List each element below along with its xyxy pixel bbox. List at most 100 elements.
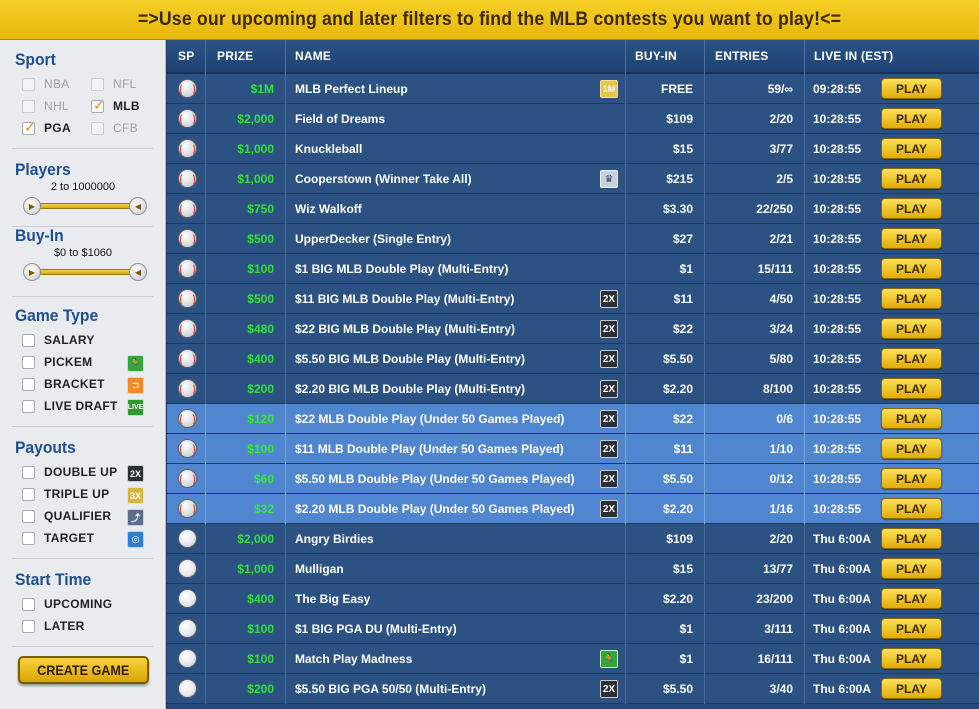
play-button[interactable]: PLAY bbox=[881, 618, 942, 639]
contest-name[interactable]: UpperDecker (Single Entry) bbox=[295, 232, 451, 246]
payout-checkbox-qualifier[interactable] bbox=[22, 510, 35, 523]
contest-name[interactable]: $2.20 BIG MLB Double Play (Multi-Entry) bbox=[295, 382, 525, 396]
play-button[interactable]: PLAY bbox=[881, 288, 942, 309]
contest-name[interactable]: $1 BIG PGA DU (Multi-Entry) bbox=[295, 622, 457, 636]
gametype-checkbox-salary[interactable] bbox=[22, 334, 35, 347]
play-button[interactable]: PLAY bbox=[881, 138, 942, 159]
contest-name[interactable]: $2.20 MLB Double Play (Under 50 Games Pl… bbox=[295, 502, 574, 516]
col-header-name[interactable]: NAME bbox=[295, 49, 331, 63]
golf-ball-icon bbox=[178, 559, 197, 578]
contest-name[interactable]: Cooperstown (Winner Take All) bbox=[295, 172, 472, 186]
play-button[interactable]: PLAY bbox=[881, 588, 942, 609]
contest-name[interactable]: $22 MLB Double Play (Under 50 Games Play… bbox=[295, 412, 564, 426]
prize-value: $1,000 bbox=[237, 172, 274, 186]
table-row[interactable]: $1,000 Mulligan $15 13/77 Thu 6:00A PLAY bbox=[167, 554, 979, 584]
table-row[interactable]: $480 $22 BIG MLB Double Play (Multi-Entry… bbox=[167, 314, 979, 344]
table-row[interactable]: $750 Wiz Walkoff $3.30 22/250 10:28:55 PLAY bbox=[167, 194, 979, 224]
table-row[interactable]: $100 $1 BIG MLB Double Play (Multi-Entry)… bbox=[167, 254, 979, 284]
gametype-checkbox-pickem[interactable] bbox=[22, 356, 35, 369]
play-button[interactable]: PLAY bbox=[881, 198, 942, 219]
create-game-button[interactable]: CREATE GAME bbox=[18, 656, 149, 684]
payout-checkbox-triple-up[interactable] bbox=[22, 488, 35, 501]
contest-name[interactable]: Field of Dreams bbox=[295, 112, 385, 126]
divider bbox=[285, 464, 286, 494]
play-button[interactable]: PLAY bbox=[881, 468, 942, 489]
table-row[interactable]: $100 $11 MLB Double Play (Under 50 Games … bbox=[167, 434, 979, 464]
contest-name[interactable]: Angry Birdies bbox=[295, 532, 374, 546]
table-row[interactable]: $200 $5.50 BIG PGA 50/50 (Multi-Entry) 2X $… bbox=[167, 674, 979, 704]
play-button[interactable]: PLAY bbox=[881, 678, 942, 699]
play-button[interactable]: PLAY bbox=[881, 228, 942, 249]
players-slider-min-handle[interactable]: ▶ bbox=[23, 197, 41, 215]
buyin-slider-min-handle[interactable]: ▶ bbox=[23, 263, 41, 281]
sport-checkbox-pga[interactable]: ✓ bbox=[22, 119, 36, 135]
contest-name[interactable]: $11 MLB Double Play (Under 50 Games Play… bbox=[295, 442, 564, 456]
live-in-value: Thu 6:00A bbox=[813, 682, 872, 696]
gametype-label-salary: SALARY bbox=[44, 333, 95, 347]
table-row[interactable]: $500 UpperDecker (Single Entry) $27 2/21 10:… bbox=[167, 224, 979, 254]
contest-name[interactable]: The Big Easy bbox=[295, 592, 370, 606]
payout-checkbox-target[interactable] bbox=[22, 532, 35, 545]
col-header-live-in[interactable]: LIVE IN (EST) bbox=[814, 49, 893, 63]
play-button[interactable]: PLAY bbox=[881, 498, 942, 519]
gametype-checkbox-bracket[interactable] bbox=[22, 378, 35, 391]
table-row[interactable]: $1M MLB Perfect Lineup 1M FREE 59/∞ 09:28:55 P… bbox=[167, 74, 979, 104]
contest-name[interactable]: Wiz Walkoff bbox=[295, 202, 362, 216]
table-row[interactable]: $2,000 Field of Dreams $109 2/20 10:28:55 PLA… bbox=[167, 104, 979, 134]
play-button[interactable]: PLAY bbox=[881, 168, 942, 189]
contest-name[interactable]: $1 BIG MLB Double Play (Multi-Entry) bbox=[295, 262, 508, 276]
table-row[interactable]: $1,000 Knuckleball $15 3/77 10:28:55 PLAY bbox=[167, 134, 979, 164]
players-slider-max-handle[interactable]: ◀ bbox=[129, 197, 147, 215]
table-row[interactable]: $400 $5.50 BIG MLB Double Play (Multi-Ent… bbox=[167, 344, 979, 374]
table-row[interactable]: $32 $2.20 MLB Double Play (Under 50 Games… bbox=[167, 494, 979, 524]
play-button[interactable]: PLAY bbox=[881, 528, 942, 549]
contest-name[interactable]: $11 BIG MLB Double Play (Multi-Entry) bbox=[295, 292, 514, 306]
play-button[interactable]: PLAY bbox=[881, 438, 942, 459]
table-row[interactable]: $100 Match Play Madness 🏃 $1 16/111 Thu 6:00A… bbox=[167, 644, 979, 674]
col-header-buyin[interactable]: BUY-IN bbox=[635, 49, 677, 63]
col-header-sport[interactable]: SP bbox=[178, 49, 194, 63]
play-button[interactable]: PLAY bbox=[881, 78, 942, 99]
contest-name[interactable]: Match Play Madness bbox=[295, 652, 412, 666]
contest-name[interactable]: $22 BIG MLB Double Play (Multi-Entry) bbox=[295, 322, 515, 336]
play-button[interactable]: PLAY bbox=[881, 648, 942, 669]
players-slider-track[interactable] bbox=[24, 203, 138, 209]
sport-label-mlb: MLB bbox=[113, 99, 140, 113]
sport-checkbox-nhl[interactable] bbox=[22, 100, 35, 113]
sport-checkbox-mlb[interactable]: ✓ bbox=[91, 97, 105, 113]
col-header-prize[interactable]: PRIZE bbox=[217, 49, 253, 63]
table-row[interactable]: $2,000 Angry Birdies $109 2/20 Thu 6:00A PLAY bbox=[167, 524, 979, 554]
table-row[interactable]: $100 $1 BIG PGA DU (Multi-Entry) $1 3/111 Th… bbox=[167, 614, 979, 644]
buyin-slider-track[interactable] bbox=[24, 269, 138, 275]
table-row[interactable]: $1,000 Cooperstown (Winner Take All) ♛ $215… bbox=[167, 164, 979, 194]
payout-checkbox-double-up[interactable] bbox=[22, 466, 35, 479]
sport-checkbox-cfb[interactable] bbox=[91, 122, 104, 135]
play-button[interactable]: PLAY bbox=[881, 258, 942, 279]
table-row[interactable]: $500 $11 BIG MLB Double Play (Multi-Entry… bbox=[167, 284, 979, 314]
play-button[interactable]: PLAY bbox=[881, 378, 942, 399]
table-row[interactable]: $120 $22 MLB Double Play (Under 50 Games … bbox=[167, 404, 979, 434]
contest-name[interactable]: $5.50 BIG MLB Double Play (Multi-Entry) bbox=[295, 352, 525, 366]
contest-name[interactable]: MLB Perfect Lineup bbox=[295, 82, 408, 96]
starttime-checkbox-upcoming[interactable] bbox=[22, 598, 35, 611]
table-row[interactable]: $400 The Big Easy $2.20 23/200 Thu 6:00A PLAY bbox=[167, 584, 979, 614]
gametype-checkbox-live-draft[interactable] bbox=[22, 400, 35, 413]
contest-name[interactable]: $5.50 BIG PGA 50/50 (Multi-Entry) bbox=[295, 682, 486, 696]
starttime-checkbox-later[interactable] bbox=[22, 620, 35, 633]
sport-checkbox-nba[interactable] bbox=[22, 78, 35, 91]
baseball-icon bbox=[178, 109, 197, 128]
contest-name[interactable]: Mulligan bbox=[295, 562, 344, 576]
play-button[interactable]: PLAY bbox=[881, 318, 942, 339]
divider bbox=[285, 674, 286, 704]
contest-name[interactable]: $5.50 MLB Double Play (Under 50 Games Pl… bbox=[295, 472, 574, 486]
table-row[interactable]: $200 $2.20 BIG MLB Double Play (Multi-Ent… bbox=[167, 374, 979, 404]
play-button[interactable]: PLAY bbox=[881, 108, 942, 129]
buyin-slider-max-handle[interactable]: ◀ bbox=[129, 263, 147, 281]
play-button[interactable]: PLAY bbox=[881, 408, 942, 429]
play-button[interactable]: PLAY bbox=[881, 558, 942, 579]
sport-checkbox-nfl[interactable] bbox=[91, 78, 104, 91]
play-button[interactable]: PLAY bbox=[881, 348, 942, 369]
table-row[interactable]: $60 $5.50 MLB Double Play (Under 50 Games… bbox=[167, 464, 979, 494]
col-header-entries[interactable]: ENTRIES bbox=[715, 49, 768, 63]
contest-name[interactable]: Knuckleball bbox=[295, 142, 362, 156]
